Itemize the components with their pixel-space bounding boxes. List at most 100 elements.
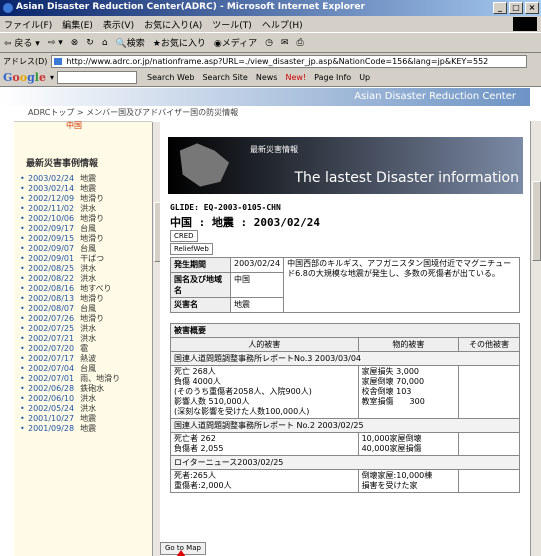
reliefweb-button[interactable]: ReliefWeb — [170, 243, 213, 255]
disaster-date-link[interactable]: 2002/07/21 — [28, 334, 74, 343]
date-value: 2003/02/24 — [229, 257, 285, 273]
disaster-date-link[interactable]: 2002/12/09 — [28, 194, 74, 203]
print-icon[interactable]: ⎙ — [297, 38, 304, 48]
report-human-cell: 死者:265人 重傷者:2,000人 — [170, 469, 359, 493]
disaster-date-link[interactable]: 2002/07/17 — [28, 354, 74, 363]
right-scrollbar[interactable] — [530, 121, 541, 556]
disaster-list-item[interactable]: 2002/08/16 地すべり — [18, 284, 146, 294]
disaster-date-link[interactable]: 2003/02/24 — [28, 174, 74, 183]
menu-edit[interactable]: 編集(E) — [62, 18, 93, 31]
stop-icon[interactable]: ⊗ — [71, 38, 79, 48]
refresh-icon[interactable]: ↻ — [86, 38, 94, 48]
disaster-date-link[interactable]: 2002/09/01 — [28, 254, 74, 263]
menu-view[interactable]: 表示(V) — [103, 18, 134, 31]
disaster-date-link[interactable]: 2002/08/22 — [28, 274, 74, 283]
disaster-list-item[interactable]: 2002/08/13 地滑り — [18, 294, 146, 304]
menu-favorites[interactable]: お気に入り(A) — [144, 18, 202, 31]
disaster-list-item[interactable]: 2002/08/07 台風 — [18, 304, 146, 314]
menu-tools[interactable]: ツール(T) — [212, 18, 252, 31]
report-human-cell: 死亡者 262 負傷者 2,055 — [170, 432, 359, 456]
address-input[interactable]: http://www.adrc.or.jp/nationframe.asp?UR… — [51, 54, 527, 68]
disaster-list-item[interactable]: 2001/09/28 地震 — [18, 424, 146, 434]
disaster-list-item[interactable]: 2003/02/14 地震 — [18, 184, 146, 194]
disaster-list-item[interactable]: 2002/09/17 台風 — [18, 224, 146, 234]
disaster-date-link[interactable]: 2002/07/01 — [28, 374, 74, 383]
disaster-list-item[interactable]: 2002/05/24 洪水 — [18, 404, 146, 414]
disaster-list-item[interactable]: 2002/06/28 鉄砲水 — [18, 384, 146, 394]
disaster-list-item[interactable]: 2002/07/21 洪水 — [18, 334, 146, 344]
disaster-date-link[interactable]: 2002/06/10 — [28, 394, 74, 403]
forward-button[interactable]: ⇨ ▾ — [48, 38, 63, 48]
disaster-date-link[interactable]: 2002/09/15 — [28, 234, 74, 243]
disaster-date-link[interactable]: 2002/10/06 — [28, 214, 74, 223]
right-scroll-thumb[interactable] — [532, 181, 541, 261]
disaster-list-item[interactable]: 2002/08/25 洪水 — [18, 264, 146, 274]
disaster-list-item[interactable]: 2002/07/01 雨、地滑り — [18, 374, 146, 384]
col-other: その他被害 — [458, 337, 520, 352]
name-value: 地震 — [229, 297, 285, 313]
menu-file[interactable]: ファイル(F) — [4, 18, 52, 31]
disaster-date-link[interactable]: 2002/07/25 — [28, 324, 74, 333]
disaster-type: 地滑り — [80, 234, 105, 243]
new-button[interactable]: New! — [285, 73, 306, 82]
right-frame: 最新災害情報 The lastest Disaster information … — [160, 121, 530, 556]
google-toolbar: Google ▾ Search Web Search Site News New… — [0, 69, 541, 87]
media-label: メディア — [221, 39, 258, 49]
report-source: 国連人道問題調整事務所レポート No.2 2003/02/25 — [170, 418, 520, 433]
disaster-date-link[interactable]: 2001/10/27 — [28, 414, 74, 423]
maximize-button[interactable]: □ — [509, 2, 523, 14]
minimize-button[interactable]: _ — [493, 2, 507, 14]
disaster-list-item[interactable]: 2002/07/04 台風 — [18, 364, 146, 374]
disaster-list-item[interactable]: 2002/07/26 地滑り — [18, 314, 146, 324]
disaster-date-link[interactable]: 2002/05/24 — [28, 404, 74, 413]
disaster-list-item[interactable]: 2002/07/20 雹 — [18, 344, 146, 354]
google-search-input[interactable] — [57, 71, 137, 84]
news-button[interactable]: News — [256, 73, 278, 82]
home-icon[interactable]: ⌂ — [102, 38, 108, 48]
disaster-list-item[interactable]: 2002/08/22 洪水 — [18, 274, 146, 284]
favorites-label: お気に入り — [160, 39, 206, 49]
favorites-button[interactable]: ★お気に入り — [153, 36, 206, 49]
breadcrumb[interactable]: ADRCトップ > メンバー国及びアドバイザー国の防災情報 — [28, 107, 238, 118]
history-icon[interactable]: ◷ — [265, 38, 273, 48]
disaster-date-link[interactable]: 2002/07/04 — [28, 364, 74, 373]
disaster-list-item[interactable]: 2002/09/07 台風 — [18, 244, 146, 254]
disaster-list-item[interactable]: 2002/12/09 地滑り — [18, 194, 146, 204]
cred-button[interactable]: CRED — [170, 230, 198, 242]
site-banner-text: Asian Disaster Reduction Center — [354, 91, 516, 102]
mail-icon[interactable]: ✉ — [281, 38, 289, 48]
disaster-date-link[interactable]: 2002/08/07 — [28, 304, 74, 313]
disaster-list-item[interactable]: 2002/11/02 洪水 — [18, 204, 146, 214]
menu-help[interactable]: ヘルプ(H) — [262, 18, 303, 31]
report-other-cell — [458, 469, 520, 493]
disaster-list-item[interactable]: 2002/07/17 熱波 — [18, 354, 146, 364]
disaster-list-item[interactable]: 2003/02/24 地震 — [18, 174, 146, 184]
disaster-date-link[interactable]: 2003/02/14 — [28, 184, 74, 193]
page-info-button[interactable]: Page Info — [314, 73, 351, 82]
disaster-date-link[interactable]: 2002/09/17 — [28, 224, 74, 233]
disaster-list-item[interactable]: 2002/10/06 地滑り — [18, 214, 146, 224]
disaster-date-link[interactable]: 2002/09/07 — [28, 244, 74, 253]
disaster-date-link[interactable]: 2002/08/13 — [28, 294, 74, 303]
address-bar: アドレス(D) http://www.adrc.or.jp/nationfram… — [0, 53, 541, 69]
disaster-date-link[interactable]: 2001/09/28 — [28, 424, 74, 433]
back-button[interactable]: ⇦ 戻る ▾ — [4, 36, 40, 49]
disaster-list-item[interactable]: 2002/09/01 干ばつ — [18, 254, 146, 264]
address-label: アドレス(D) — [3, 56, 48, 66]
disaster-date-link[interactable]: 2002/06/28 — [28, 384, 74, 393]
disaster-list-item[interactable]: 2002/06/10 洪水 — [18, 394, 146, 404]
disaster-list-item[interactable]: 2001/10/27 地震 — [18, 414, 146, 424]
disaster-date-link[interactable]: 2002/07/26 — [28, 314, 74, 323]
disaster-list-item[interactable]: 2002/07/25 洪水 — [18, 324, 146, 334]
close-button[interactable]: × — [525, 2, 539, 14]
disaster-date-link[interactable]: 2002/07/20 — [28, 344, 74, 353]
search-button[interactable]: 🔍検索 — [116, 36, 145, 49]
disaster-list-item[interactable]: 2002/09/15 地滑り — [18, 234, 146, 244]
disaster-date-link[interactable]: 2002/11/02 — [28, 204, 74, 213]
search-web-button[interactable]: Search Web — [147, 73, 194, 82]
search-site-button[interactable]: Search Site — [202, 73, 247, 82]
media-button[interactable]: ◉メディア — [214, 36, 257, 49]
up-button[interactable]: Up — [359, 73, 370, 82]
disaster-date-link[interactable]: 2002/08/16 — [28, 284, 74, 293]
disaster-date-link[interactable]: 2002/08/25 — [28, 264, 74, 273]
